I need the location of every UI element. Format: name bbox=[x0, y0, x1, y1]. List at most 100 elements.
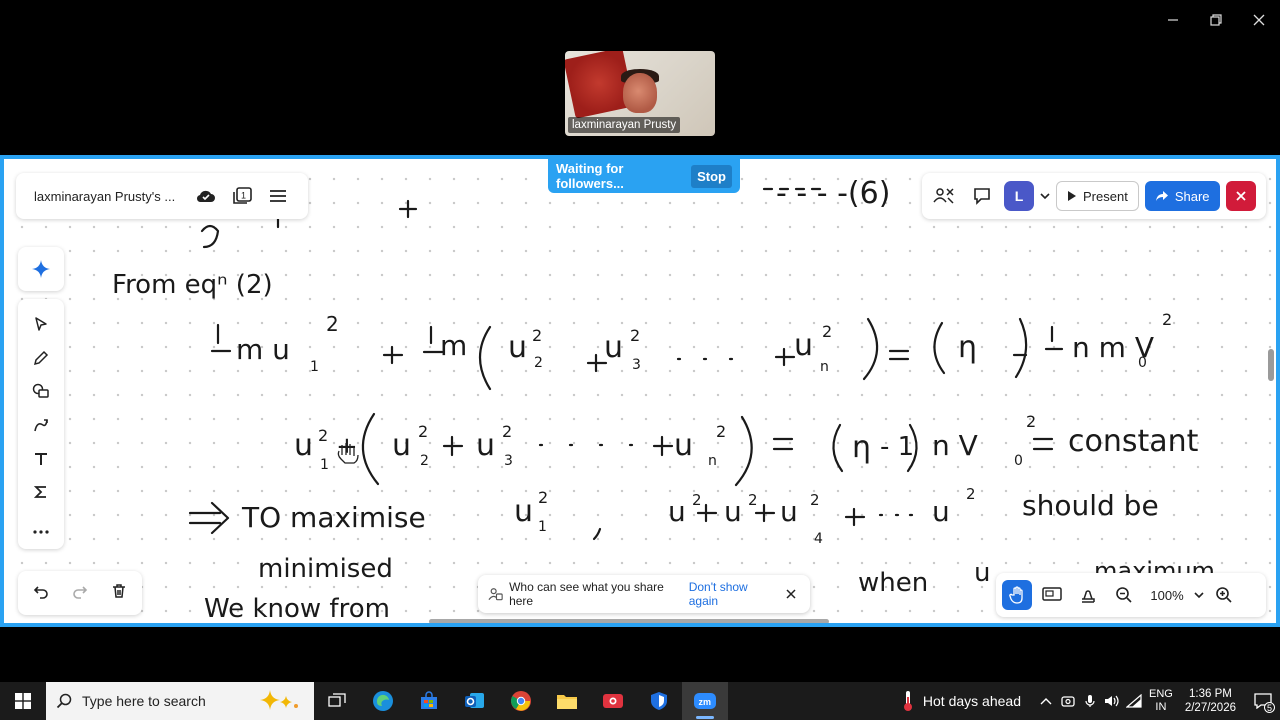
weather-widget[interactable]: Hot days ahead bbox=[901, 690, 1021, 712]
shapes-icon bbox=[32, 384, 49, 399]
share-button[interactable]: Share bbox=[1144, 181, 1220, 211]
zoom-out-icon[interactable] bbox=[1108, 580, 1140, 610]
math-u2: u bbox=[508, 330, 527, 365]
pages-icon[interactable]: 1 bbox=[224, 181, 260, 211]
text-tool[interactable] bbox=[23, 442, 59, 476]
ai-assistant-button[interactable] bbox=[18, 247, 64, 291]
math-u3: u bbox=[724, 495, 742, 528]
math-sub: 2 bbox=[420, 453, 429, 469]
user-avatar[interactable]: L bbox=[1004, 181, 1034, 211]
file-explorer-icon[interactable] bbox=[544, 682, 590, 720]
start-button[interactable] bbox=[0, 682, 46, 720]
handwriting-constant: constant bbox=[1068, 424, 1199, 459]
close-icon bbox=[1235, 191, 1246, 201]
microphone-icon[interactable] bbox=[1079, 682, 1101, 720]
play-icon bbox=[1068, 191, 1076, 201]
math-sub: 1 bbox=[538, 519, 547, 535]
stamp-icon[interactable] bbox=[1072, 580, 1104, 610]
notice-text: Who can see what you share here bbox=[509, 580, 664, 608]
trash-icon[interactable] bbox=[111, 583, 127, 604]
tool-rail bbox=[18, 299, 64, 549]
cloud-sync-icon[interactable] bbox=[188, 181, 224, 211]
math-tool[interactable] bbox=[23, 476, 59, 510]
math-sub: 4 bbox=[814, 531, 823, 547]
notification-count: 5 bbox=[1264, 702, 1275, 713]
zoom-in-icon[interactable] bbox=[1208, 580, 1240, 610]
math-sub: 0 bbox=[1138, 355, 1147, 371]
sigma-icon bbox=[34, 486, 46, 499]
menu-icon[interactable] bbox=[260, 181, 296, 211]
math-un: u bbox=[794, 328, 813, 363]
math-sub: 1 bbox=[310, 359, 319, 375]
taskbar-clock[interactable]: 1:36 PM 2/27/2026 bbox=[1185, 687, 1236, 715]
math-sup: 2 bbox=[966, 485, 976, 503]
connector-tool[interactable] bbox=[23, 408, 59, 442]
comment-icon[interactable] bbox=[966, 180, 998, 212]
close-whiteboard-button[interactable] bbox=[1225, 181, 1256, 211]
thermometer-icon bbox=[903, 691, 912, 711]
math-sup: 2 bbox=[532, 326, 542, 345]
video-person bbox=[623, 73, 657, 113]
math-u2: u bbox=[392, 428, 411, 463]
whiteboard-canvas[interactable]: - - - -(6) From eqⁿ (2) m u 1 2 m u 2 2 … bbox=[4, 159, 1276, 623]
restore-icon[interactable] bbox=[1194, 0, 1237, 40]
system-tray: Hot days ahead ENG IN 1:36 PM 2/27/2026 … bbox=[901, 682, 1280, 720]
math-sup: 2 bbox=[822, 322, 832, 341]
pen-tool[interactable] bbox=[23, 341, 59, 375]
math-u2: u bbox=[668, 495, 686, 528]
close-icon[interactable] bbox=[1237, 0, 1280, 40]
speaker-icon[interactable] bbox=[1101, 682, 1123, 720]
more-tools[interactable] bbox=[23, 515, 59, 549]
math-sub: 3 bbox=[504, 453, 513, 469]
present-button[interactable]: Present bbox=[1056, 181, 1139, 211]
board-title-panel: laxminarayan Prusty's ... 1 bbox=[16, 173, 308, 219]
redo-icon[interactable] bbox=[72, 583, 88, 604]
math-u3: u bbox=[476, 428, 495, 463]
undo-icon[interactable] bbox=[33, 583, 49, 604]
horizontal-scrollbar[interactable] bbox=[429, 619, 829, 623]
wifi-icon[interactable] bbox=[1123, 682, 1145, 720]
math-u4: u bbox=[780, 495, 798, 528]
vertical-scrollbar[interactable] bbox=[1268, 349, 1274, 381]
follow-status-text: Waiting for followers... bbox=[556, 161, 624, 191]
select-tool[interactable] bbox=[23, 307, 59, 341]
chevron-down-icon[interactable] bbox=[1040, 187, 1050, 205]
zoom-level[interactable]: 100% bbox=[1144, 588, 1190, 603]
follow-status-banner: Waiting for followers... Stop bbox=[548, 159, 740, 193]
math-sup: 2 bbox=[630, 326, 640, 345]
zoom-dropdown-icon[interactable] bbox=[1194, 586, 1204, 604]
chevron-up-icon[interactable] bbox=[1035, 682, 1057, 720]
zoom-app-icon[interactable]: zm bbox=[682, 682, 728, 720]
pan-tool-button[interactable] bbox=[1002, 580, 1032, 610]
notification-center-icon[interactable]: 5 bbox=[1246, 682, 1280, 720]
minimize-icon[interactable] bbox=[1151, 0, 1194, 40]
board-title[interactable]: laxminarayan Prusty's ... bbox=[34, 189, 188, 204]
taskbar-search[interactable]: Type here to search bbox=[46, 682, 314, 720]
sparkle-icon bbox=[32, 260, 50, 278]
math-un: u bbox=[932, 495, 950, 528]
handwriting-partial: u bbox=[974, 558, 990, 588]
camera-icon[interactable] bbox=[1057, 682, 1079, 720]
microsoft-store-icon[interactable] bbox=[406, 682, 452, 720]
dont-show-again-link[interactable]: Don't show again bbox=[689, 580, 775, 608]
shapes-tool[interactable] bbox=[23, 374, 59, 408]
language-indicator[interactable]: ENG IN bbox=[1149, 688, 1173, 714]
math-sub: 0 bbox=[1014, 453, 1023, 469]
security-shield-icon[interactable] bbox=[636, 682, 682, 720]
participant-video[interactable]: laxminarayan Prusty bbox=[565, 51, 715, 136]
close-notice-icon[interactable] bbox=[781, 584, 800, 604]
stop-button[interactable]: Stop bbox=[691, 164, 732, 188]
participant-name: laxminarayan Prusty bbox=[568, 117, 681, 133]
screen-recorder-icon[interactable] bbox=[590, 682, 636, 720]
handwriting-should-be: should be bbox=[1022, 489, 1159, 522]
minimap-icon[interactable] bbox=[1036, 580, 1068, 610]
share-arrow-icon bbox=[1155, 191, 1168, 201]
task-view-icon[interactable] bbox=[314, 682, 360, 720]
math-sup: 2 bbox=[748, 491, 758, 509]
chrome-icon[interactable] bbox=[498, 682, 544, 720]
outlook-icon[interactable] bbox=[452, 682, 498, 720]
collaboration-icon[interactable] bbox=[928, 180, 960, 212]
math-sup: 2 bbox=[1026, 412, 1036, 431]
search-highlight-icon bbox=[260, 690, 298, 710]
edge-browser-icon[interactable] bbox=[360, 682, 406, 720]
